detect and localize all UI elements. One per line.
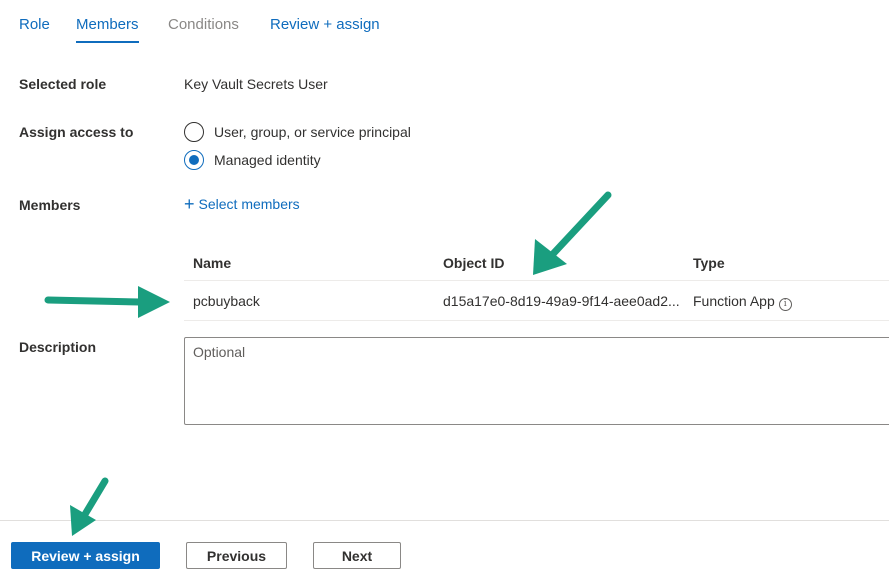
column-header-type: Type — [693, 255, 725, 271]
radio-button-unchecked[interactable] — [184, 122, 204, 142]
radio-user-group-sp[interactable]: User, group, or service principal — [184, 121, 411, 143]
footer-divider — [0, 520, 889, 521]
info-icon[interactable]: i — [778, 298, 792, 311]
member-object-id: d15a17e0-8d19-49a9-9f14-aee0ad2... — [443, 293, 680, 309]
radio-button-checked[interactable] — [184, 150, 204, 170]
radio-managed-identity[interactable]: Managed identity — [184, 149, 321, 171]
plus-icon: + — [184, 194, 195, 214]
radio-label: User, group, or service principal — [214, 124, 411, 140]
previous-button[interactable]: Previous — [186, 542, 287, 569]
members-label: Members — [19, 197, 81, 213]
next-button[interactable]: Next — [313, 542, 401, 569]
assign-access-label: Assign access to — [19, 124, 134, 140]
description-label: Description — [19, 339, 97, 355]
selected-role-value: Key Vault Secrets User — [184, 76, 328, 92]
tab-review-assign[interactable]: Review + assign — [270, 16, 380, 44]
select-members-text: Select members — [198, 196, 300, 212]
table-header: Name Object ID Type — [184, 243, 889, 281]
annotation-arrow-review — [70, 477, 109, 536]
review-assign-button[interactable]: Review + assign — [11, 542, 160, 569]
annotation-arrow-name — [44, 286, 170, 318]
members-table: Name Object ID Type pcbuyback d15a17e0-8… — [184, 243, 889, 321]
radio-label: Managed identity — [214, 152, 321, 168]
table-row[interactable]: pcbuyback d15a17e0-8d19-49a9-9f14-aee0ad… — [184, 281, 889, 321]
description-field[interactable] — [184, 337, 889, 425]
tab-members[interactable]: Members — [76, 16, 139, 44]
member-type-text: Function App — [693, 293, 775, 309]
column-header-object-id: Object ID — [443, 255, 505, 271]
member-name: pcbuyback — [193, 293, 260, 309]
column-header-name: Name — [193, 255, 232, 271]
select-members-link[interactable]: + Select members — [184, 194, 300, 214]
tab-conditions: Conditions — [168, 16, 239, 33]
selected-role-label: Selected role — [19, 76, 107, 92]
tab-role[interactable]: Role — [19, 16, 50, 44]
member-type: Function App i — [693, 293, 792, 311]
